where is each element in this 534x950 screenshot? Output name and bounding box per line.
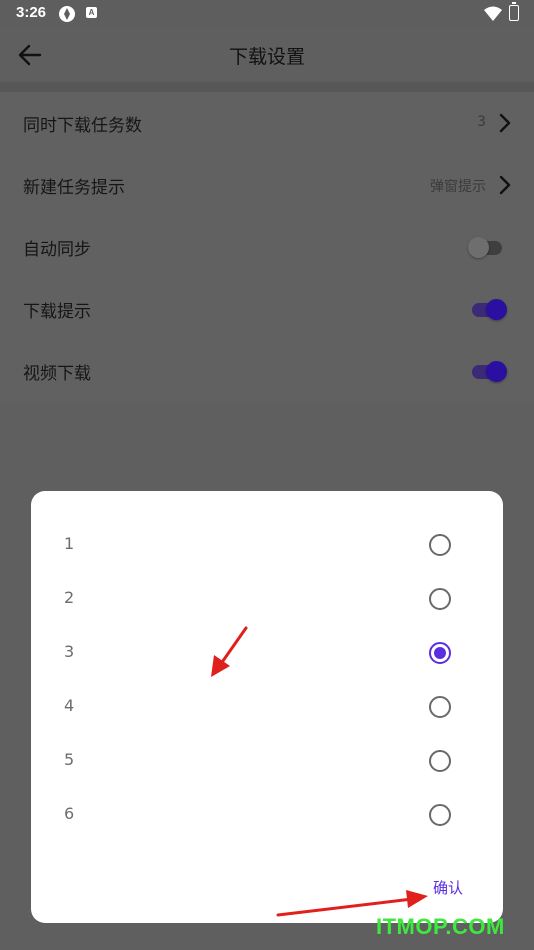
video-download-toggle[interactable] (468, 360, 508, 382)
setting-new-task-prompt[interactable]: 新建任务提示 弹窗提示 (0, 154, 534, 216)
option-label: 5 (64, 750, 75, 769)
battery-icon (509, 2, 519, 21)
option-row[interactable]: 5 (31, 734, 503, 788)
task-count-dialog: 1 2 3 4 5 6 确认 (31, 491, 503, 923)
radio-button[interactable] (429, 588, 451, 610)
confirm-button[interactable]: 确认 (433, 877, 463, 898)
radio-button-selected[interactable] (429, 642, 451, 664)
setting-label: 视频下载 (23, 364, 91, 384)
option-row[interactable]: 2 (31, 572, 503, 626)
setting-concurrent-tasks[interactable]: 同时下载任务数 3 (0, 92, 534, 154)
auto-sync-toggle[interactable] (468, 236, 508, 258)
toggle-thumb (468, 237, 489, 258)
option-label: 3 (64, 642, 75, 661)
setting-value: 3 (477, 114, 486, 130)
radio-button[interactable] (429, 696, 451, 718)
setting-label: 自动同步 (23, 240, 91, 260)
status-bar: 3:26 A (0, 0, 534, 28)
page-title: 下载设置 (228, 46, 305, 68)
sync-status-icon (58, 5, 76, 27)
option-label: 1 (64, 534, 75, 553)
option-row[interactable]: 3 (31, 626, 503, 680)
section-divider (0, 82, 534, 92)
option-label: 6 (64, 804, 75, 823)
setting-label: 新建任务提示 (23, 178, 125, 198)
setting-value: 弹窗提示 (430, 179, 486, 195)
radio-button[interactable] (429, 750, 451, 772)
setting-auto-sync: 自动同步 (0, 216, 534, 278)
setting-label: 下载提示 (23, 302, 91, 322)
option-row[interactable]: 1 (31, 518, 503, 572)
setting-video-download: 视频下载 (0, 340, 534, 402)
toggle-thumb (486, 299, 507, 320)
setting-download-prompt: 下载提示 (0, 278, 534, 340)
toggle-thumb (486, 361, 507, 382)
app-notification-icon: A (86, 7, 97, 18)
option-label: 2 (64, 588, 75, 607)
option-row[interactable]: 6 (31, 788, 503, 842)
watermark: ITMOP.COM (376, 914, 505, 939)
chevron-right-icon (498, 174, 512, 196)
option-row[interactable]: 4 (31, 680, 503, 734)
radio-button[interactable] (429, 534, 451, 556)
status-time: 3:26 (16, 4, 47, 21)
settings-list: 同时下载任务数 3 新建任务提示 弹窗提示 自动同步 下载提示 视频下载 (0, 92, 534, 403)
option-label: 4 (64, 696, 75, 715)
wifi-icon (484, 6, 502, 25)
download-prompt-toggle[interactable] (468, 298, 508, 320)
chevron-right-icon (498, 112, 512, 134)
app-bar: 下载设置 (0, 28, 534, 82)
radio-button[interactable] (429, 804, 451, 826)
setting-label: 同时下载任务数 (23, 116, 142, 136)
